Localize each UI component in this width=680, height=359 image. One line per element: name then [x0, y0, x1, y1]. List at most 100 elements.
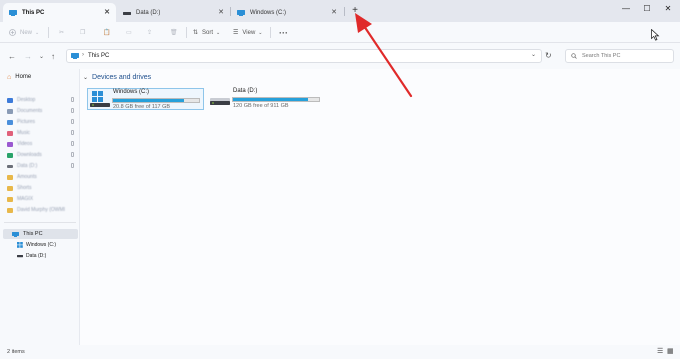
toolbar-divider: [48, 27, 49, 38]
tab-this-pc[interactable]: This PC ✕: [3, 3, 116, 22]
address-dropdown-icon[interactable]: ⌄: [531, 51, 536, 58]
sidebar-item-label: Documents: [17, 108, 43, 114]
tab-divider: [344, 7, 345, 16]
sidebar-item-quick-access[interactable]: Videos: [7, 139, 78, 149]
close-tab-icon[interactable]: ✕: [104, 8, 110, 16]
sidebar-item-quick-access[interactable]: Amounts: [7, 172, 78, 182]
section-title: Devices and drives: [92, 74, 152, 81]
sidebar-item-data-d[interactable]: Data (D:): [17, 251, 77, 261]
view-button-label: View: [242, 29, 256, 36]
sort-button-label: Sort: [202, 29, 214, 36]
desktop-icon: [7, 97, 13, 103]
sidebar-item-quick-access[interactable]: MAGIX: [7, 194, 78, 204]
tiles-view-icon[interactable]: ▦: [667, 347, 674, 355]
tab-label: Data (D:): [136, 9, 161, 16]
details-view-icon[interactable]: ☰: [657, 347, 663, 355]
share-icon[interactable]: ⇪: [147, 27, 152, 38]
address-bar[interactable]: › This PC ⌄: [66, 49, 542, 63]
sidebar-item-quick-access[interactable]: Downloads: [7, 150, 78, 160]
close-tab-icon[interactable]: ✕: [331, 8, 337, 16]
recent-locations-icon[interactable]: ⌄: [39, 53, 44, 60]
tab-label: This PC: [22, 9, 45, 16]
chevron-down-icon: ⌄: [83, 75, 89, 81]
sort-button[interactable]: ⇅ Sort ⌄: [193, 27, 220, 38]
sidebar-item-quick-access[interactable]: Desktop: [7, 95, 78, 105]
sidebar-item-label: Pictures: [17, 119, 36, 125]
cut-icon[interactable]: ✂: [59, 27, 64, 38]
folder-icon: [7, 196, 13, 202]
content-pane: ⌄ Devices and drives Windows (C:) 20.8 G…: [80, 69, 680, 345]
navigation-pane: ⌂ Home Desktop Documents Pictures Music …: [0, 69, 79, 345]
close-tab-icon[interactable]: ✕: [218, 8, 224, 16]
sidebar-item-label: Data (D:): [26, 253, 47, 259]
sidebar-item-label: Windows (C:): [26, 242, 57, 248]
pin-icon: [71, 119, 74, 124]
documents-icon: [7, 108, 13, 114]
sidebar-item-label: Videos: [17, 141, 33, 147]
refresh-icon[interactable]: ↻: [545, 51, 552, 60]
sidebar-item-label: This PC: [23, 231, 43, 237]
chevron-down-icon: ⌄: [258, 29, 263, 36]
drive-name: Data (D:): [233, 88, 258, 94]
view-icon: ☰: [233, 30, 239, 36]
tab-windows-c[interactable]: Windows (C:) ✕: [231, 3, 343, 22]
sidebar-item-windows-c[interactable]: Windows (C:): [17, 240, 77, 250]
sidebar-item-quick-access[interactable]: Shorts: [7, 183, 78, 193]
pictures-icon: [7, 119, 13, 125]
copy-icon[interactable]: ❐: [80, 27, 85, 38]
devices-section-header[interactable]: ⌄ Devices and drives: [83, 74, 151, 81]
search-placeholder: Search This PC: [582, 53, 621, 59]
plus-circle-icon: [9, 29, 16, 36]
chevron-down-icon: ⌄: [216, 29, 221, 36]
breadcrumb-chevron-icon: ›: [82, 52, 84, 58]
folder-icon: [7, 185, 13, 191]
music-icon: [7, 130, 13, 136]
windows-drive-icon: [90, 91, 110, 107]
sidebar-item-quick-access[interactable]: Data (D:): [7, 161, 78, 171]
more-options-icon[interactable]: ···: [279, 27, 288, 38]
tab-data-d[interactable]: Data (D:) ✕: [117, 3, 230, 22]
sidebar-item-quick-access[interactable]: David Murphy (OWMI: [7, 205, 78, 215]
this-pc-icon: [9, 9, 17, 16]
sidebar-item-home[interactable]: ⌂ Home: [7, 72, 78, 82]
sidebar-item-label: Downloads: [17, 152, 42, 158]
drive-name: Windows (C:): [113, 89, 150, 95]
minimize-button[interactable]: —: [615, 2, 637, 16]
back-icon[interactable]: ←: [8, 52, 16, 61]
drive-usage-bar: [232, 97, 320, 102]
tab-bar: This PC ✕ Data (D:) ✕ Windows (C:) ✕ + —…: [0, 0, 680, 22]
sidebar-item-quick-access[interactable]: Pictures: [7, 117, 78, 127]
breadcrumb[interactable]: This PC: [88, 53, 109, 59]
drive-icon: [7, 164, 13, 168]
sidebar-item-label: MAGIX: [17, 196, 34, 202]
new-tab-button[interactable]: +: [349, 5, 361, 17]
sidebar-item-label: David Murphy (OWMI: [17, 207, 66, 213]
up-icon[interactable]: ↑: [51, 52, 55, 61]
view-button[interactable]: ☰ View ⌄: [233, 27, 263, 38]
search-input[interactable]: Search This PC: [565, 49, 674, 63]
this-pc-icon: [237, 9, 245, 16]
close-window-button[interactable]: ✕: [657, 2, 679, 16]
drive-tile-data-d[interactable]: Data (D:) 120 GB free of 911 GB: [208, 88, 326, 110]
sort-icon: ⇅: [193, 30, 199, 36]
pin-icon: [71, 141, 74, 146]
pin-icon: [71, 163, 74, 168]
sidebar-item-this-pc[interactable]: This PC: [3, 229, 78, 239]
status-bar: 2 items ☰ ▦: [0, 345, 680, 359]
sidebar-item-label: Data (D:): [17, 163, 38, 169]
pin-icon: [71, 97, 74, 102]
pin-icon: [71, 152, 74, 157]
maximize-button[interactable]: ☐: [636, 2, 658, 16]
windows-drive-icon: [17, 242, 23, 248]
paste-icon[interactable]: 📋: [103, 27, 110, 38]
sidebar-item-quick-access[interactable]: Music: [7, 128, 78, 138]
sidebar-item-quick-access[interactable]: Documents: [7, 106, 78, 116]
forward-icon[interactable]: →: [24, 52, 32, 61]
delete-icon[interactable]: 🗑: [170, 27, 178, 38]
pin-icon: [71, 130, 74, 135]
new-button[interactable]: New ⌄: [9, 27, 39, 38]
rename-icon[interactable]: ▭: [126, 27, 132, 38]
drive-tile-windows-c[interactable]: Windows (C:) 20.8 GB free of 117 GB: [87, 88, 204, 110]
new-button-label: New: [20, 29, 33, 36]
drive-usage-fill: [233, 98, 308, 101]
